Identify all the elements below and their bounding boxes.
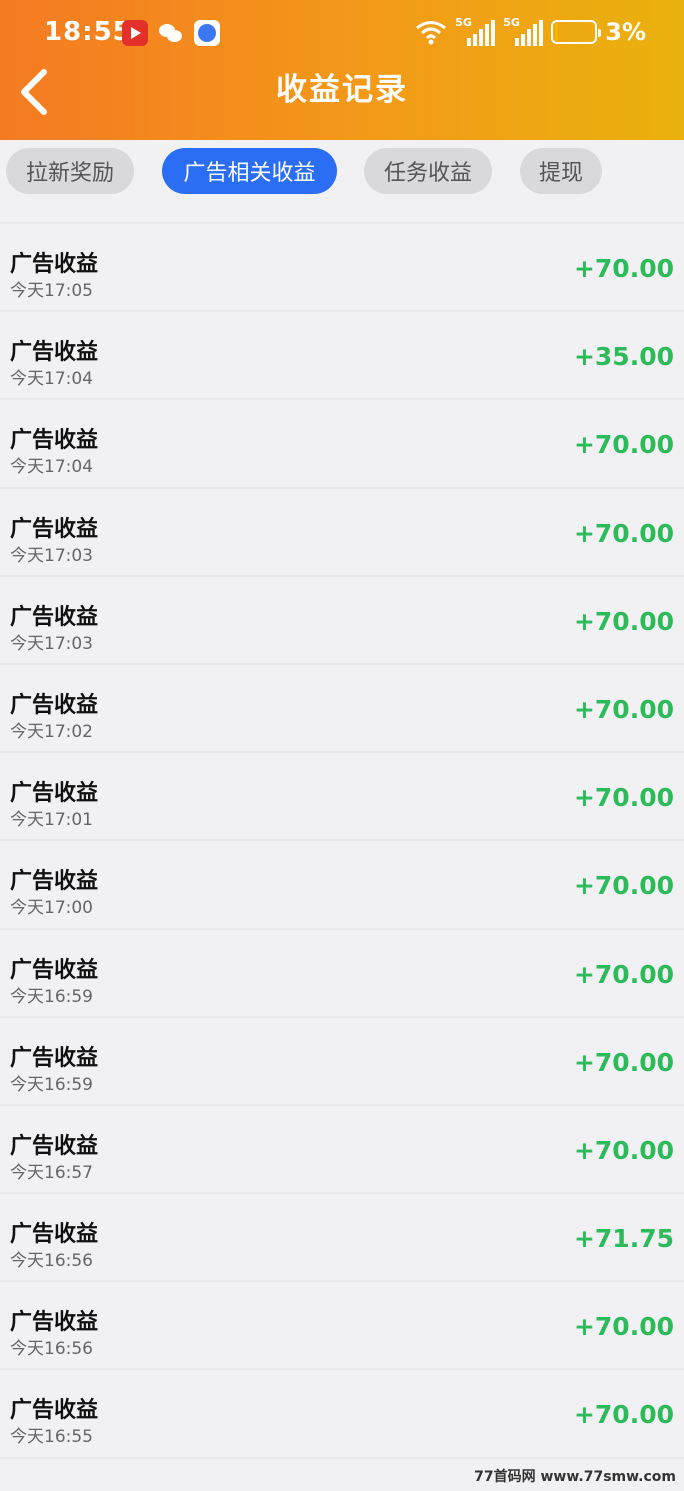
battery-level: 3% [605,18,646,46]
app-circle-icon [194,20,220,46]
app-header: 18:55 5G 5G 3% 收益记录 [0,0,684,140]
record-amount: +70.00 [573,871,674,901]
record-time: 今天16:59 [10,1074,93,1095]
record-title: 广告收益 [10,869,99,895]
record-time: 今天17:04 [10,457,93,478]
record-amount: +71.75 [573,1224,674,1254]
record-amount: +35.00 [573,342,674,372]
list-item[interactable]: 广告收益 今天16:56 +71.75 [0,1194,684,1283]
record-amount: +70.00 [573,783,674,813]
signal-icon-2: 5G [503,16,544,46]
record-time: 今天17:01 [10,810,93,831]
record-time: 今天17:02 [10,721,93,742]
list-item[interactable]: 广告收益 今天16:56 +70.00 [0,1282,684,1371]
tab-withdraw[interactable]: 提现 [520,148,602,194]
record-title: 广告收益 [10,692,99,718]
record-title: 广告收益 [10,604,99,630]
list-item[interactable]: 广告收益 今天17:04 +70.00 [0,400,684,489]
record-title: 广告收益 [10,957,99,983]
record-amount: +70.00 [573,959,674,989]
record-amount: +70.00 [573,1312,674,1342]
record-time: 今天16:57 [10,1162,93,1183]
record-title: 广告收益 [10,252,99,277]
record-amount: +70.00 [573,518,674,548]
signal-icon-1: 5G [455,16,496,46]
record-title: 广告收益 [10,1398,99,1424]
records-list[interactable]: 广告收益 今天17:05 +70.00 广告收益 今天17:04 +35.00 … [0,224,684,1459]
record-amount: +70.00 [573,606,674,636]
tab-referral-reward[interactable]: 拉新奖励 [6,148,134,194]
list-item[interactable]: 广告收益 今天17:03 +70.00 [0,576,684,665]
record-title: 广告收益 [10,1222,99,1248]
record-time: 今天17:03 [10,633,93,654]
record-title: 广告收益 [10,1310,99,1336]
list-item[interactable]: 广告收益 今天16:55 +70.00 [0,1370,684,1459]
record-time: 今天16:56 [10,1339,93,1360]
tab-ad-revenue[interactable]: 广告相关收益 [162,148,337,194]
list-item[interactable]: 广告收益 今天16:59 +70.00 [0,1017,684,1106]
status-bar: 18:55 5G 5G 3% [0,0,684,70]
record-time: 今天17:00 [10,898,93,919]
page-title: 收益记录 [276,72,408,108]
record-title: 广告收益 [10,1133,99,1159]
record-time: 今天17:05 [10,281,93,301]
record-amount: +70.00 [573,1135,674,1165]
record-title: 广告收益 [10,516,99,542]
record-title: 广告收益 [10,1045,99,1071]
list-item[interactable]: 广告收益 今天16:59 +70.00 [0,929,684,1018]
wechat-icon [158,20,184,46]
list-item[interactable]: 广告收益 今天17:04 +35.00 [0,312,684,401]
record-time: 今天16:56 [10,1251,93,1272]
record-amount: +70.00 [573,694,674,724]
list-item[interactable]: 广告收益 今天17:01 +70.00 [0,753,684,842]
list-item[interactable]: 广告收益 今天17:02 +70.00 [0,664,684,754]
record-title: 广告收益 [10,340,99,366]
list-item[interactable]: 广告收益 今天17:03 +70.00 [0,488,684,577]
record-time: 今天16:55 [10,1427,93,1448]
tab-bar: 拉新奖励 广告相关收益 任务收益 提现 [0,140,684,208]
record-amount: +70.00 [573,1047,674,1077]
list-item[interactable]: 广告收益 今天16:57 +70.00 [0,1105,684,1195]
record-amount: +70.00 [573,254,674,283]
list-item[interactable]: 广告收益 今天17:05 +70.00 [0,224,684,313]
record-amount: +70.00 [573,1400,674,1430]
record-title: 广告收益 [10,428,99,454]
list-item[interactable]: 广告收益 今天17:00 +70.00 [0,841,684,930]
watermark: 77首码网 www.77smw.com [474,1469,676,1485]
wifi-icon [416,21,447,45]
battery-icon [551,20,602,44]
record-title: 广告收益 [10,781,99,807]
record-time: 今天16:59 [10,986,93,1007]
system-icons: 5G 5G 3% [415,16,646,46]
video-app-icon [122,20,148,46]
notification-icons [122,20,220,46]
status-time: 18:55 [44,17,132,47]
tab-task-revenue[interactable]: 任务收益 [364,148,492,194]
record-time: 今天17:03 [10,545,93,566]
record-amount: +70.00 [573,430,674,460]
record-time: 今天17:04 [10,369,93,390]
